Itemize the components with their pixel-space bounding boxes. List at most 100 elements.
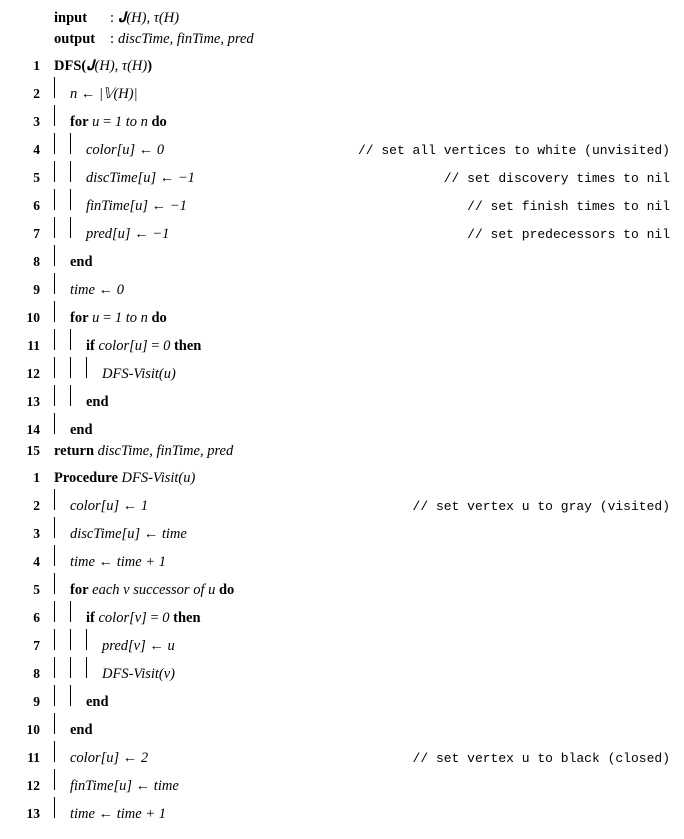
code-text: color[u] ← 2: [70, 748, 148, 769]
code-text: if color[u] = 0 then: [86, 336, 201, 357]
code-line: 11 if color[u] = 0 then: [18, 329, 670, 357]
code-text: discTime[u] ← time: [70, 524, 187, 545]
indent-bars: [54, 629, 102, 650]
indent-bars: [54, 657, 102, 678]
line-number: 8: [18, 252, 40, 272]
line-number: 1: [18, 468, 40, 488]
line-number: 7: [18, 636, 40, 656]
code-line: 8 end: [18, 245, 670, 273]
indent-bars: [54, 77, 70, 98]
code-text: time ← 0: [70, 280, 124, 301]
code-line: 9 time ← 0: [18, 273, 670, 301]
code-line: 2n ← |𝕍(H)|: [18, 77, 670, 105]
code-line: 6finTime[u] ← −1// set finish times to n…: [18, 189, 670, 217]
indent-bars: [54, 769, 70, 790]
code-text: end: [86, 392, 109, 413]
line-number: 3: [18, 112, 40, 132]
code-line: 6 if color[v] = 0 then: [18, 601, 670, 629]
line-number: 9: [18, 280, 40, 300]
code-line: 2color[u] ← 1// set vertex u to gray (vi…: [18, 489, 670, 517]
code-line: 13 end: [18, 385, 670, 413]
indent-bars: [54, 189, 86, 210]
line-number: 5: [18, 580, 40, 600]
line-number: 5: [18, 168, 40, 188]
indent-bars: [54, 741, 70, 762]
code-line: 11 color[u] ← 2 // set vertex u to black (…: [18, 741, 670, 769]
code-text: pred[u] ← −1: [86, 224, 169, 245]
code-line: 13time ← time + 1: [18, 797, 670, 825]
code-line: 10 end: [18, 713, 670, 741]
indent-bars: [54, 133, 86, 154]
code-text: DFS-Visit(u): [102, 364, 176, 385]
code-text: color[u] ← 1: [70, 496, 148, 517]
line-number: 8: [18, 664, 40, 684]
block2: 1 Procedure DFS-Visit(u)2color[u] ← 1// s…: [18, 468, 670, 825]
code-line: 4 time ← time + 1: [18, 545, 670, 573]
line-number: 6: [18, 608, 40, 628]
code-line: 9end: [18, 685, 670, 713]
indent-bars: [54, 797, 70, 818]
output-line-label: output: [54, 29, 110, 50]
code-text: finTime[u] ← time: [70, 776, 179, 797]
code-line: 3 discTime[u] ← time: [18, 517, 670, 545]
line-number: 13: [18, 392, 40, 412]
line-number: 7: [18, 224, 40, 244]
line-number: 12: [18, 776, 40, 796]
line-number: 10: [18, 720, 40, 740]
line-number: 13: [18, 804, 40, 824]
line-number: 15: [18, 441, 40, 461]
line-number: 4: [18, 552, 40, 572]
input-line: input: 𝐉(H), τ(H): [18, 8, 670, 29]
code-text: Procedure DFS-Visit(u): [54, 468, 195, 489]
line-number: 12: [18, 364, 40, 384]
code-comment: // set discovery times to nil: [438, 170, 670, 189]
code-text: for u = 1 to n do: [70, 308, 167, 329]
input-line-label: input: [54, 8, 110, 29]
indent-bars: [54, 713, 70, 734]
input-line-text: 𝐉(H), τ(H): [118, 8, 179, 29]
line-number: 11: [18, 336, 40, 356]
line-number: 3: [18, 524, 40, 544]
code-comment: // set vertex u to gray (visited): [407, 498, 670, 517]
code-text: DFS-Visit(v): [102, 664, 175, 685]
code-text: for u = 1 to n do: [70, 112, 167, 133]
indent-bars: [54, 301, 70, 322]
line-number: 14: [18, 420, 40, 440]
code-text: end: [86, 692, 109, 713]
code-text: DFS(𝐉(H), τ(H)): [54, 56, 152, 77]
code-comment: // set vertex u to black (closed): [407, 750, 670, 769]
code-text: time ← time + 1: [70, 552, 166, 573]
code-text: end: [70, 252, 93, 273]
code-line: 5 discTime[u] ← −1 // set discovery times …: [18, 161, 670, 189]
indent-bars: [54, 545, 70, 566]
code-line: 4color[u] ← 0// set all vertices to whit…: [18, 133, 670, 161]
code-line: 1 Procedure DFS-Visit(u): [18, 468, 670, 489]
line-number: 11: [18, 748, 40, 768]
code-line: 8 DFS-Visit(v): [18, 657, 670, 685]
code-line: 7pred[v] ← u: [18, 629, 670, 657]
block1: 1 DFS(𝐉(H), τ(H))2n ← |𝕍(H)| 3 for u = 1 to…: [18, 56, 670, 462]
code-line: 7pred[u] ← −1// set predecessors to nil: [18, 217, 670, 245]
indent-bars: [54, 385, 86, 406]
indent-bars: [54, 105, 70, 126]
code-text: finTime[u] ← −1: [86, 196, 187, 217]
code-line: 12 finTime[u] ← time: [18, 769, 670, 797]
line-number: 1: [18, 56, 40, 76]
code-comment: // set all vertices to white (unvisited): [352, 142, 670, 161]
line-number: 6: [18, 196, 40, 216]
indent-bars: [54, 357, 102, 378]
code-line: 1 DFS(𝐉(H), τ(H)): [18, 56, 670, 77]
code-text: color[u] ← 0: [86, 140, 164, 161]
indent-bars: [54, 517, 70, 538]
code-text: return discTime, finTime, pred: [54, 441, 233, 462]
indent-bars: [54, 685, 86, 706]
indent-bars: [54, 329, 86, 350]
output-line-text: discTime, finTime, pred: [118, 29, 254, 50]
indent-bars: [54, 413, 70, 434]
code-line: 5for each v successor of u do: [18, 573, 670, 601]
code-text: discTime[u] ← −1: [86, 168, 195, 189]
code-line: 14end: [18, 413, 670, 441]
code-text: if color[v] = 0 then: [86, 608, 201, 629]
code-text: end: [70, 720, 93, 741]
indent-bars: [54, 601, 86, 622]
